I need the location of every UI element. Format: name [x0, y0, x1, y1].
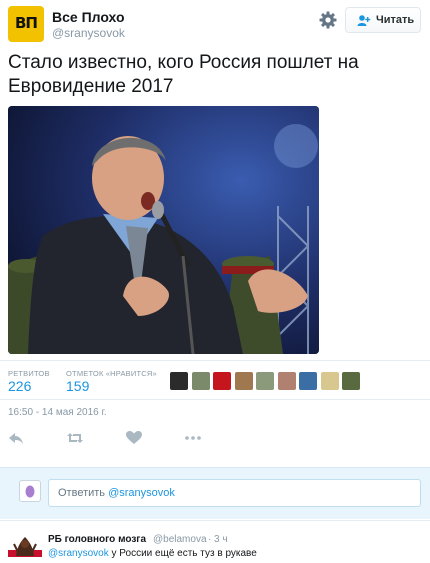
gear-icon[interactable]: [318, 10, 338, 30]
likes-count[interactable]: 159: [66, 378, 89, 394]
heart-icon[interactable]: [125, 429, 143, 447]
liker-avatar[interactable]: [256, 372, 274, 390]
reply-author-name[interactable]: РБ головного мозга: [48, 534, 146, 545]
add-user-icon: [357, 15, 371, 26]
author-avatar[interactable]: ВП: [8, 6, 44, 42]
man-singing-photo: [8, 106, 319, 354]
follow-button[interactable]: Читать: [345, 7, 421, 33]
likes-label: ОТМЕТОК «НРАВИТСЯ»: [66, 369, 157, 378]
avatar-logo-text: ВП: [15, 14, 38, 32]
retweets-count[interactable]: 226: [8, 378, 31, 394]
reply-author-handle[interactable]: @belamova: [153, 534, 207, 545]
tweet-text: Стало известно, кого Россия пошлет на Ев…: [8, 52, 359, 97]
tweet-stats: РЕТВИТОВ 226 ОТМЕТОК «НРАВИТСЯ» 159: [0, 360, 430, 400]
liker-avatar[interactable]: [342, 372, 360, 390]
author-display-name[interactable]: Все Плохо: [52, 9, 125, 25]
liker-avatar[interactable]: [213, 372, 231, 390]
liker-avatar[interactable]: [299, 372, 317, 390]
current-user-avatar: [19, 480, 41, 502]
tweet-timestamp[interactable]: 16:50 - 14 мая 2016 г.: [8, 407, 107, 418]
reply-text-body: у России ещё есть туз в рукаве: [108, 548, 257, 559]
more-icon[interactable]: [184, 429, 202, 447]
reply-author-avatar[interactable]: [8, 532, 42, 563]
retweet-icon[interactable]: [66, 429, 84, 447]
retweets-label: РЕТВИТОВ: [8, 369, 50, 378]
follow-button-label: Читать: [376, 14, 415, 26]
reply-tweet: РБ головного мозга @belamova · 3 ч @sran…: [0, 520, 430, 563]
reply-placeholder-mention: @sranysovok: [108, 487, 175, 499]
author-handle[interactable]: @sranysovok: [52, 26, 125, 40]
tweet-photo[interactable]: [8, 106, 319, 354]
reply-icon[interactable]: [7, 429, 25, 447]
reply-time[interactable]: 3 ч: [214, 534, 228, 545]
liker-avatar[interactable]: [277, 372, 296, 390]
reply-placeholder-prefix: Ответить: [58, 487, 109, 499]
tweet-actions: [0, 426, 430, 452]
tweet-header: ВП Все Плохо @sranysovok Читать: [0, 0, 430, 48]
reply-mention[interactable]: @sranysovok: [48, 548, 109, 559]
reply-composer: Ответить @sranysovok: [0, 467, 430, 519]
reply-text: @sranysovok у России ещё есть туз в рука…: [48, 548, 257, 559]
reply-input[interactable]: Ответить @sranysovok: [48, 479, 421, 507]
egg-avatar-icon: [25, 485, 35, 498]
liker-avatar[interactable]: [191, 372, 210, 390]
reply-placeholder: Ответить @sranysovok: [58, 487, 175, 499]
liker-avatar[interactable]: [320, 372, 339, 390]
liker-avatar[interactable]: [234, 372, 253, 390]
liker-avatar[interactable]: [170, 372, 188, 390]
reply-separator: ·: [208, 534, 212, 545]
